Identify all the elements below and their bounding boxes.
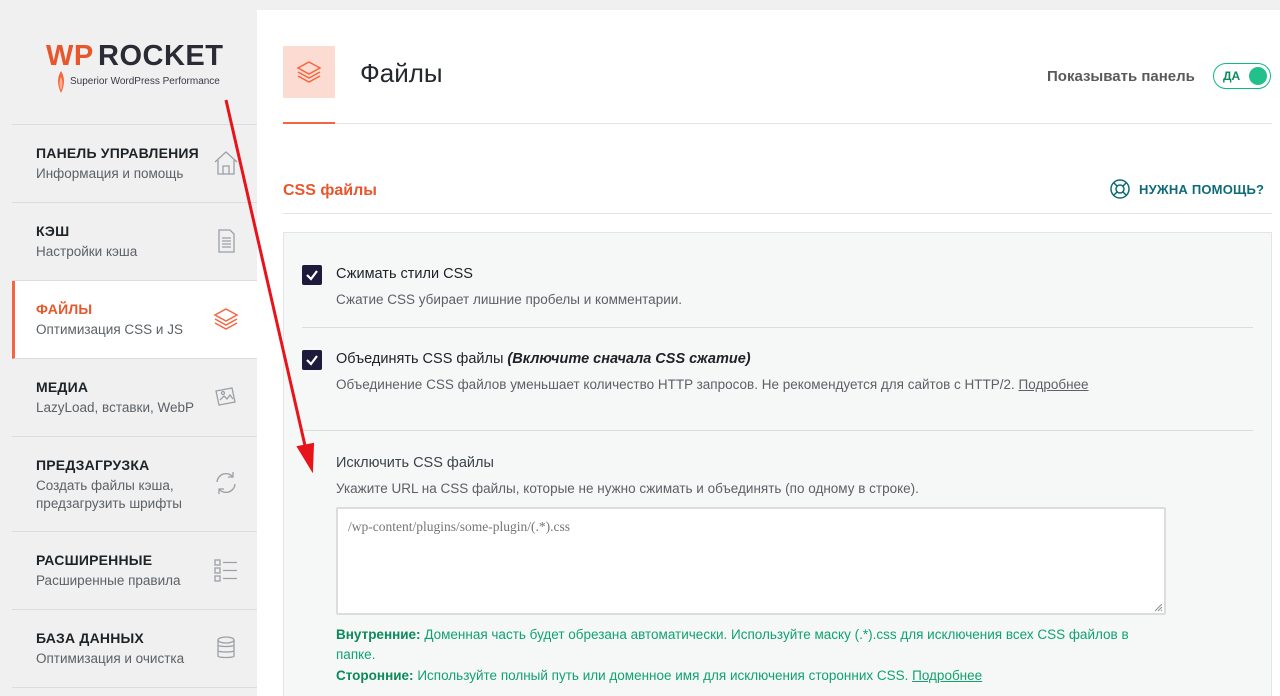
sidebar-item-subtitle: Информация и помощь xyxy=(36,166,184,181)
checkmark-icon xyxy=(306,355,318,366)
layers-icon xyxy=(213,308,239,330)
header-divider xyxy=(283,123,1272,124)
sidebar: WP ROCKET Superior WordPress Performance… xyxy=(0,0,257,696)
lifebuoy-icon xyxy=(1110,179,1130,199)
resize-grip-icon[interactable] xyxy=(1153,602,1163,612)
combine-css-description-text: Объединение CSS файлов уменьшает количес… xyxy=(336,377,1015,392)
sidebar-item-subtitle: LazyLoad, вставки, WebP xyxy=(36,400,194,415)
images-icon xyxy=(215,387,236,406)
combine-css-label[interactable]: Объединять CSS файлы (Включите сначала C… xyxy=(336,351,751,367)
page-title-icon-box xyxy=(283,46,335,98)
sidebar-item-subtitle: Оптимизация CSS и JS xyxy=(36,322,183,337)
sidebar-item-subtitle: Оптимизация и очистка xyxy=(36,651,185,666)
page-title: Файлы xyxy=(360,58,443,88)
sidebar-item-media[interactable]: МЕДИА LazyLoad, вставки, WebP xyxy=(12,359,257,437)
option-divider xyxy=(302,430,1253,431)
show-panel-toggle[interactable]: ДА xyxy=(1213,63,1271,89)
combine-css-label-text: Объединять CSS файлы xyxy=(336,351,504,367)
sidebar-item-files[interactable]: ФАЙЛЫ Оптимизация CSS и JS xyxy=(12,281,257,359)
sidebar-item-database[interactable]: БАЗА ДАННЫХ Оптимизация и очистка xyxy=(12,610,257,688)
sidebar-item-subtitle: Настройки кэша xyxy=(36,244,138,259)
hint-external-label: Сторонние: xyxy=(336,668,414,683)
wp-rocket-logo[interactable]: WP ROCKET Superior WordPress Performance xyxy=(46,40,236,96)
section-divider xyxy=(283,213,1272,214)
main-panel: Файлы Показывать панель ДА CSS файлы НУЖ… xyxy=(257,10,1280,696)
section-title: CSS файлы xyxy=(283,182,377,199)
exclude-css-description: Укажите URL на CSS файлы, которые не нуж… xyxy=(336,481,919,496)
hint-external-text: Используйте полный путь или доменное имя… xyxy=(417,668,909,683)
rocket-flame-icon xyxy=(58,71,64,93)
sidebar-item-subtitle: Создать файлы кэша, предзагрузить шрифты xyxy=(36,478,182,511)
logo-tagline: Superior WordPress Performance xyxy=(70,76,220,87)
hint-internal-text: Доменная часть будет обрезана автоматиче… xyxy=(336,627,1129,662)
layers-icon xyxy=(296,61,322,83)
sidebar-item-dashboard[interactable]: ПАНЕЛЬ УПРАВЛЕНИЯ Информация и помощь xyxy=(12,125,257,203)
logo-rocket: ROCKET xyxy=(98,40,224,72)
help-link[interactable]: НУЖНА ПОМОЩЬ? xyxy=(1109,178,1264,200)
toggle-label: ДА xyxy=(1223,69,1241,83)
sidebar-nav: ПАНЕЛЬ УПРАВЛЕНИЯ Информация и помощь КЭ… xyxy=(12,124,257,688)
hint-internal-label: Внутренние: xyxy=(336,627,421,642)
minify-css-checkbox[interactable] xyxy=(302,265,322,285)
combine-css-checkbox[interactable] xyxy=(302,350,322,370)
minify-css-description: Сжатие CSS убирает лишние пробелы и комм… xyxy=(336,292,683,307)
database-icon xyxy=(217,636,235,659)
logo-wp: WP xyxy=(46,40,94,72)
combine-css-more-link[interactable]: Подробнее xyxy=(1019,377,1089,392)
option-divider xyxy=(302,327,1253,328)
refresh-icon xyxy=(216,472,236,494)
css-options-box: Сжимать стили CSS Сжатие CSS убирает лиш… xyxy=(283,232,1272,696)
combine-css-label-note: (Включите сначала CSS сжатие) xyxy=(507,351,751,367)
exclude-css-hint-internal: Внутренние: Доменная часть будет обрезан… xyxy=(336,625,1166,665)
minify-css-label[interactable]: Сжимать стили CSS xyxy=(336,266,473,282)
page-icon xyxy=(218,229,235,253)
title-underline xyxy=(283,122,335,124)
sidebar-item-subtitle: Расширенные правила xyxy=(36,573,181,588)
help-link-label: НУЖНА ПОМОЩЬ? xyxy=(1139,181,1265,197)
show-panel-label: Показывать панель xyxy=(1047,68,1195,85)
sidebar-item-advanced[interactable]: РАСШИРЕННЫЕ Расширенные правила xyxy=(12,532,257,610)
home-icon xyxy=(214,151,238,175)
exclude-css-hint-external: Сторонние: Используйте полный путь или д… xyxy=(336,666,982,686)
checkmark-icon xyxy=(306,270,318,281)
combine-css-description: Объединение CSS файлов уменьшает количес… xyxy=(336,377,1089,392)
sidebar-item-preload[interactable]: ПРЕДЗАГРУЗКА Создать файлы кэша, предзаг… xyxy=(12,437,257,532)
exclude-css-textarea[interactable] xyxy=(336,507,1166,615)
list-icon xyxy=(214,559,237,582)
exclude-css-title: Исключить CSS файлы xyxy=(336,455,494,471)
toggle-knob xyxy=(1249,67,1267,85)
hint-external-more-link[interactable]: Подробнее xyxy=(912,668,982,683)
sidebar-item-cache[interactable]: КЭШ Настройки кэша xyxy=(12,203,257,281)
